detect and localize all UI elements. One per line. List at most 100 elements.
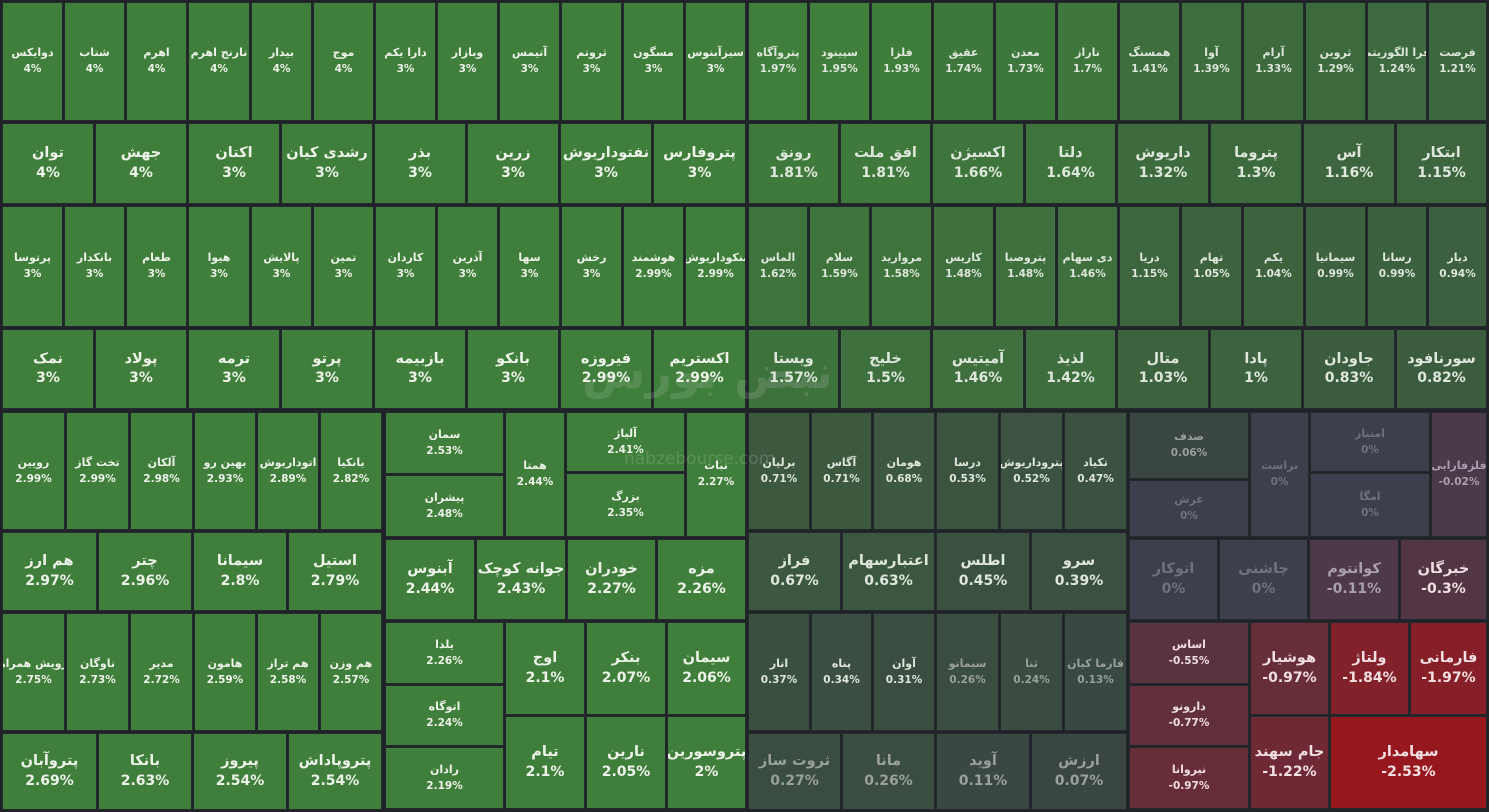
ticker-tile[interactable]: اکستریم 2.99% bbox=[653, 329, 746, 409]
ticker-tile[interactable]: کاریس 1.48% bbox=[933, 206, 994, 327]
ticker-tile[interactable]: فرصت 1.21% bbox=[1428, 2, 1487, 121]
ticker-tile[interactable]: توان 4% bbox=[2, 123, 94, 204]
ticker-tile[interactable]: پیشران 2.48% bbox=[385, 475, 504, 537]
ticker-tile[interactable]: وبازار 3% bbox=[437, 2, 498, 121]
ticker-tile[interactable]: سلام 1.59% bbox=[809, 206, 870, 327]
ticker-tile[interactable]: آمیتیس 1.46% bbox=[932, 329, 1024, 409]
ticker-tile[interactable]: هم تراز 2.58% bbox=[257, 613, 319, 731]
ticker-tile[interactable]: رخش 3% bbox=[561, 206, 622, 327]
ticker-tile[interactable]: هومان 0.68% bbox=[873, 412, 935, 530]
ticker-tile[interactable]: فراز 0.67% bbox=[748, 532, 841, 611]
ticker-tile[interactable]: درسا 0.53% bbox=[936, 412, 999, 530]
ticker-tile[interactable]: آبنوس 2.44% bbox=[385, 539, 475, 620]
ticker-tile[interactable]: نمک 3% bbox=[2, 329, 94, 409]
ticker-tile[interactable]: همتا 2.44% bbox=[505, 412, 565, 537]
ticker-tile[interactable]: پولاد 3% bbox=[95, 329, 187, 409]
ticker-tile[interactable]: عرش 0% bbox=[1129, 480, 1249, 537]
ticker-tile[interactable]: آتیمس 3% bbox=[499, 2, 560, 121]
ticker-tile[interactable]: ویستا 1.57% bbox=[748, 329, 839, 409]
ticker-tile[interactable]: جوانه کوچک 2.43% bbox=[476, 539, 566, 620]
ticker-tile[interactable]: تکیاد 0.47% bbox=[1064, 412, 1127, 530]
ticker-tile[interactable]: ابتکار 1.15% bbox=[1396, 123, 1487, 204]
ticker-tile[interactable]: رونق 1.81% bbox=[748, 123, 839, 204]
ticker-tile[interactable]: فرا الگوریتم 1.24% bbox=[1367, 2, 1427, 121]
ticker-tile[interactable]: کاردان 3% bbox=[375, 206, 436, 327]
ticker-tile[interactable]: موج 4% bbox=[313, 2, 374, 121]
ticker-tile[interactable]: سمان 2.53% bbox=[385, 412, 504, 474]
ticker-tile[interactable]: دریا 1.15% bbox=[1119, 206, 1180, 327]
ticker-tile[interactable]: ناراز 1.7% bbox=[1057, 2, 1118, 121]
ticker-tile[interactable]: ثروین 1.29% bbox=[1305, 2, 1366, 121]
ticker-tile[interactable]: جاودان 0.83% bbox=[1303, 329, 1395, 409]
ticker-tile[interactable]: نفتوداریوش 3% bbox=[560, 123, 652, 204]
ticker-tile[interactable]: معدن 1.73% bbox=[995, 2, 1056, 121]
ticker-tile[interactable]: آس 1.16% bbox=[1303, 123, 1395, 204]
ticker-tile[interactable]: بانکو 3% bbox=[467, 329, 559, 409]
ticker-tile[interactable]: سیمانا 2.8% bbox=[193, 532, 287, 611]
ticker-tile[interactable]: دارا یکم 3% bbox=[375, 2, 436, 121]
ticker-tile[interactable]: دی سهام 1.46% bbox=[1057, 206, 1118, 327]
ticker-tile[interactable]: ثروتم 3% bbox=[561, 2, 622, 121]
ticker-tile[interactable]: ولتاژ -1.84% bbox=[1330, 622, 1409, 715]
ticker-tile[interactable]: پتروآگاه 1.97% bbox=[748, 2, 808, 121]
ticker-tile[interactable]: خبرگان -0.3% bbox=[1400, 539, 1487, 620]
ticker-tile[interactable]: هوشمند 2.99% bbox=[623, 206, 684, 327]
ticker-tile[interactable]: اساس -0.55% bbox=[1129, 622, 1249, 684]
ticker-tile[interactable]: پتروداریوش 0.52% bbox=[1000, 412, 1063, 530]
ticker-tile[interactable]: خلیج 1.5% bbox=[840, 329, 931, 409]
ticker-tile[interactable]: فارما کیان 0.13% bbox=[1064, 613, 1127, 731]
ticker-tile[interactable]: آوید 0.11% bbox=[936, 733, 1030, 810]
ticker-tile[interactable]: سپینود 1.95% bbox=[809, 2, 870, 121]
ticker-tile[interactable]: ناوگان 2.73% bbox=[66, 613, 129, 731]
ticker-tile[interactable]: کوانتوم -0.11% bbox=[1309, 539, 1399, 620]
ticker-tile[interactable]: یلدا 2.26% bbox=[385, 622, 504, 684]
ticker-tile[interactable]: مدیر 2.72% bbox=[130, 613, 193, 731]
ticker-tile[interactable]: تخت گاز 2.99% bbox=[66, 412, 129, 530]
ticker-tile[interactable]: دلتا 1.64% bbox=[1025, 123, 1116, 204]
ticker-tile[interactable]: سیمان 2.06% bbox=[667, 622, 746, 715]
ticker-tile[interactable]: بزرگ 2.35% bbox=[566, 473, 685, 537]
ticker-tile[interactable]: اتوداریوش 2.89% bbox=[257, 412, 319, 530]
ticker-tile[interactable]: مانا 0.26% bbox=[842, 733, 935, 810]
ticker-tile[interactable]: شتاب 4% bbox=[64, 2, 125, 121]
ticker-tile[interactable]: خودران 2.27% bbox=[567, 539, 656, 620]
ticker-tile[interactable]: رشدی کیان 3% bbox=[281, 123, 373, 204]
ticker-tile[interactable]: آلیاژ 2.41% bbox=[566, 412, 685, 472]
ticker-tile[interactable]: فلزفارابی -0.02% bbox=[1431, 412, 1487, 537]
ticker-tile[interactable]: نبات 2.27% bbox=[686, 412, 746, 537]
ticker-tile[interactable]: تیام 2.1% bbox=[505, 716, 585, 809]
ticker-tile[interactable]: بازبیمه 3% bbox=[374, 329, 466, 409]
ticker-tile[interactable]: اتوکار 0% bbox=[1129, 539, 1218, 620]
ticker-tile[interactable]: آگاس 0.71% bbox=[811, 412, 872, 530]
ticker-tile[interactable]: امتیاز 0% bbox=[1310, 412, 1430, 472]
ticker-tile[interactable]: چتر 2.96% bbox=[98, 532, 192, 611]
ticker-tile[interactable]: هم ارز 2.97% bbox=[2, 532, 97, 611]
ticker-tile[interactable]: ثنا 0.24% bbox=[1000, 613, 1063, 731]
ticker-tile[interactable]: بیدار 4% bbox=[251, 2, 312, 121]
ticker-tile[interactable]: پتروما 1.3% bbox=[1210, 123, 1302, 204]
ticker-tile[interactable]: انار 0.37% bbox=[748, 613, 810, 731]
ticker-tile[interactable]: یکم 1.04% bbox=[1243, 206, 1304, 327]
ticker-tile[interactable]: رادان 2.19% bbox=[385, 747, 504, 809]
ticker-tile[interactable]: رویش همراه 2.75% bbox=[2, 613, 65, 731]
ticker-tile[interactable]: بنکر 2.07% bbox=[586, 622, 666, 715]
ticker-tile[interactable]: پرتو 3% bbox=[281, 329, 373, 409]
ticker-tile[interactable]: تهام 1.05% bbox=[1181, 206, 1242, 327]
ticker-tile[interactable]: آذرین 3% bbox=[437, 206, 498, 327]
ticker-tile[interactable]: بانکیا 2.82% bbox=[320, 412, 382, 530]
ticker-tile[interactable]: ثروت ساز 0.27% bbox=[748, 733, 841, 810]
ticker-tile[interactable]: اتوگاه 2.24% bbox=[385, 685, 504, 746]
ticker-tile[interactable]: بهین رو 2.93% bbox=[194, 412, 256, 530]
ticker-tile[interactable]: پیروز 2.54% bbox=[193, 733, 287, 810]
ticker-tile[interactable]: پتروسورین 2% bbox=[667, 716, 746, 809]
ticker-tile[interactable]: رویین 2.99% bbox=[2, 412, 65, 530]
ticker-tile[interactable]: اکسیژن 1.66% bbox=[932, 123, 1024, 204]
ticker-tile[interactable]: چاشنی 0% bbox=[1219, 539, 1308, 620]
ticker-tile[interactable]: هیوا 3% bbox=[188, 206, 250, 327]
ticker-tile[interactable]: دیار 0.94% bbox=[1428, 206, 1487, 327]
ticker-tile[interactable]: پرتوسا 3% bbox=[2, 206, 63, 327]
ticker-tile[interactable]: صدف 0.06% bbox=[1129, 412, 1249, 479]
ticker-tile[interactable]: امگا 0% bbox=[1310, 473, 1430, 537]
ticker-tile[interactable]: متال 1.03% bbox=[1117, 329, 1209, 409]
ticker-tile[interactable]: ترمه 3% bbox=[188, 329, 280, 409]
